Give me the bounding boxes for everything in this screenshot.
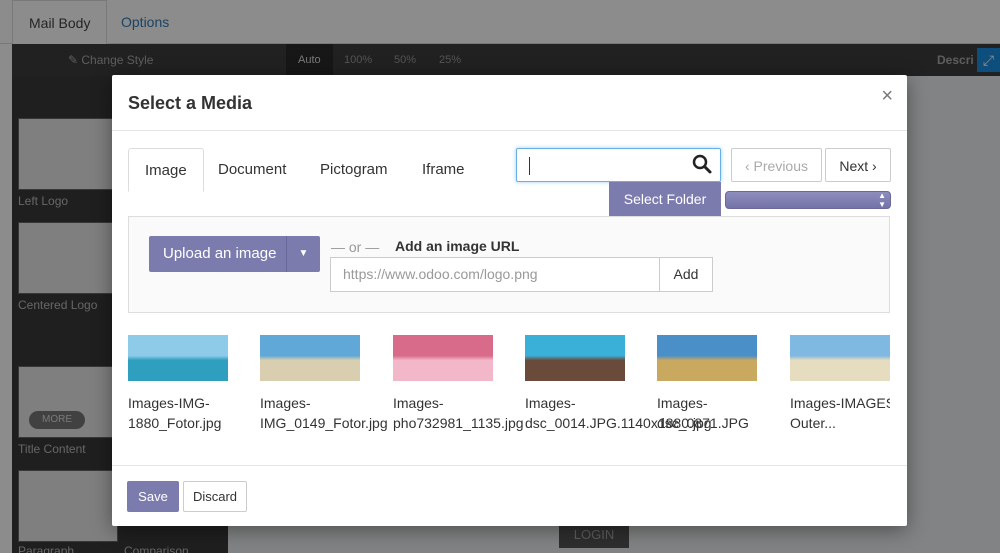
image-thumbnail[interactable] [657,335,757,381]
search-icon[interactable] [692,154,712,174]
tab-pictogram[interactable]: Pictogram [304,148,404,192]
image-thumbnail[interactable] [128,335,228,381]
upload-image-button[interactable]: Upload an image [149,236,286,272]
dialog-title: Select a Media [128,93,253,113]
upload-panel: Upload an image ▼ — or — Add an image UR… [128,217,890,313]
media-item-name: Images-dsc_0871.JPG [657,395,749,431]
caret-down-icon[interactable]: ▼ [286,236,320,272]
media-item[interactable]: Images-dsc_0014.JPG.1140x1880.jpg [525,335,712,433]
media-item[interactable]: Images-IMG-1880_Fotor.jpg [128,335,260,433]
media-item-name: Images-pho732981_1135.jpg [393,395,524,431]
media-item[interactable]: Images-IMAGES-Outer... [790,335,890,433]
media-item-name: Images-dsc_0014.JPG.1140x1880.jpg [525,395,712,431]
dialog-header: Select a Media × [112,75,907,131]
image-url-input[interactable]: https://www.odoo.com/logo.png [330,257,660,292]
discard-button[interactable]: Discard [183,481,247,512]
or-separator: — or — [331,239,380,255]
select-media-dialog: Select a Media × Image Document Pictogra… [112,75,907,526]
image-thumbnail[interactable] [525,335,625,381]
tab-document[interactable]: Document [202,148,302,192]
add-url-button[interactable]: Add [659,257,713,292]
select-arrows-icon: ▲ ▼ [878,191,886,209]
media-item-name: Images-IMG-1880_Fotor.jpg [128,395,222,431]
dialog-footer: Save Discard [112,465,907,526]
tab-image[interactable]: Image [128,148,204,192]
image-thumbnail[interactable] [260,335,360,381]
previous-page-button[interactable]: ‹ Previous [731,148,822,182]
text-cursor [529,157,530,175]
media-item[interactable]: Images-IMG_0149_Fotor.jpg [260,335,392,433]
media-item-name: Images-IMAGES-Outer... [790,395,890,431]
image-thumbnail[interactable] [790,335,890,381]
media-item-name: Images-IMG_0149_Fotor.jpg [260,395,388,431]
tab-iframe[interactable]: Iframe [406,148,481,192]
media-grid: Images-IMG-1880_Fotor.jpg Images-IMG_014… [128,335,890,461]
close-icon[interactable]: × [881,85,893,108]
image-thumbnail[interactable] [393,335,493,381]
image-url-label: Add an image URL [395,238,520,254]
next-page-button[interactable]: Next › [825,148,891,182]
media-item[interactable]: Images-pho732981_1135.jpg [393,335,525,433]
select-folder-button[interactable]: Select Folder [609,182,721,216]
media-search-input[interactable] [516,148,721,182]
save-button[interactable]: Save [127,481,179,512]
folder-dropdown[interactable]: ▲ ▼ [725,191,891,209]
media-item[interactable]: Images-dsc_0871.JPG [657,335,789,433]
media-type-tabs: Image Document Pictogram Iframe [128,148,528,192]
